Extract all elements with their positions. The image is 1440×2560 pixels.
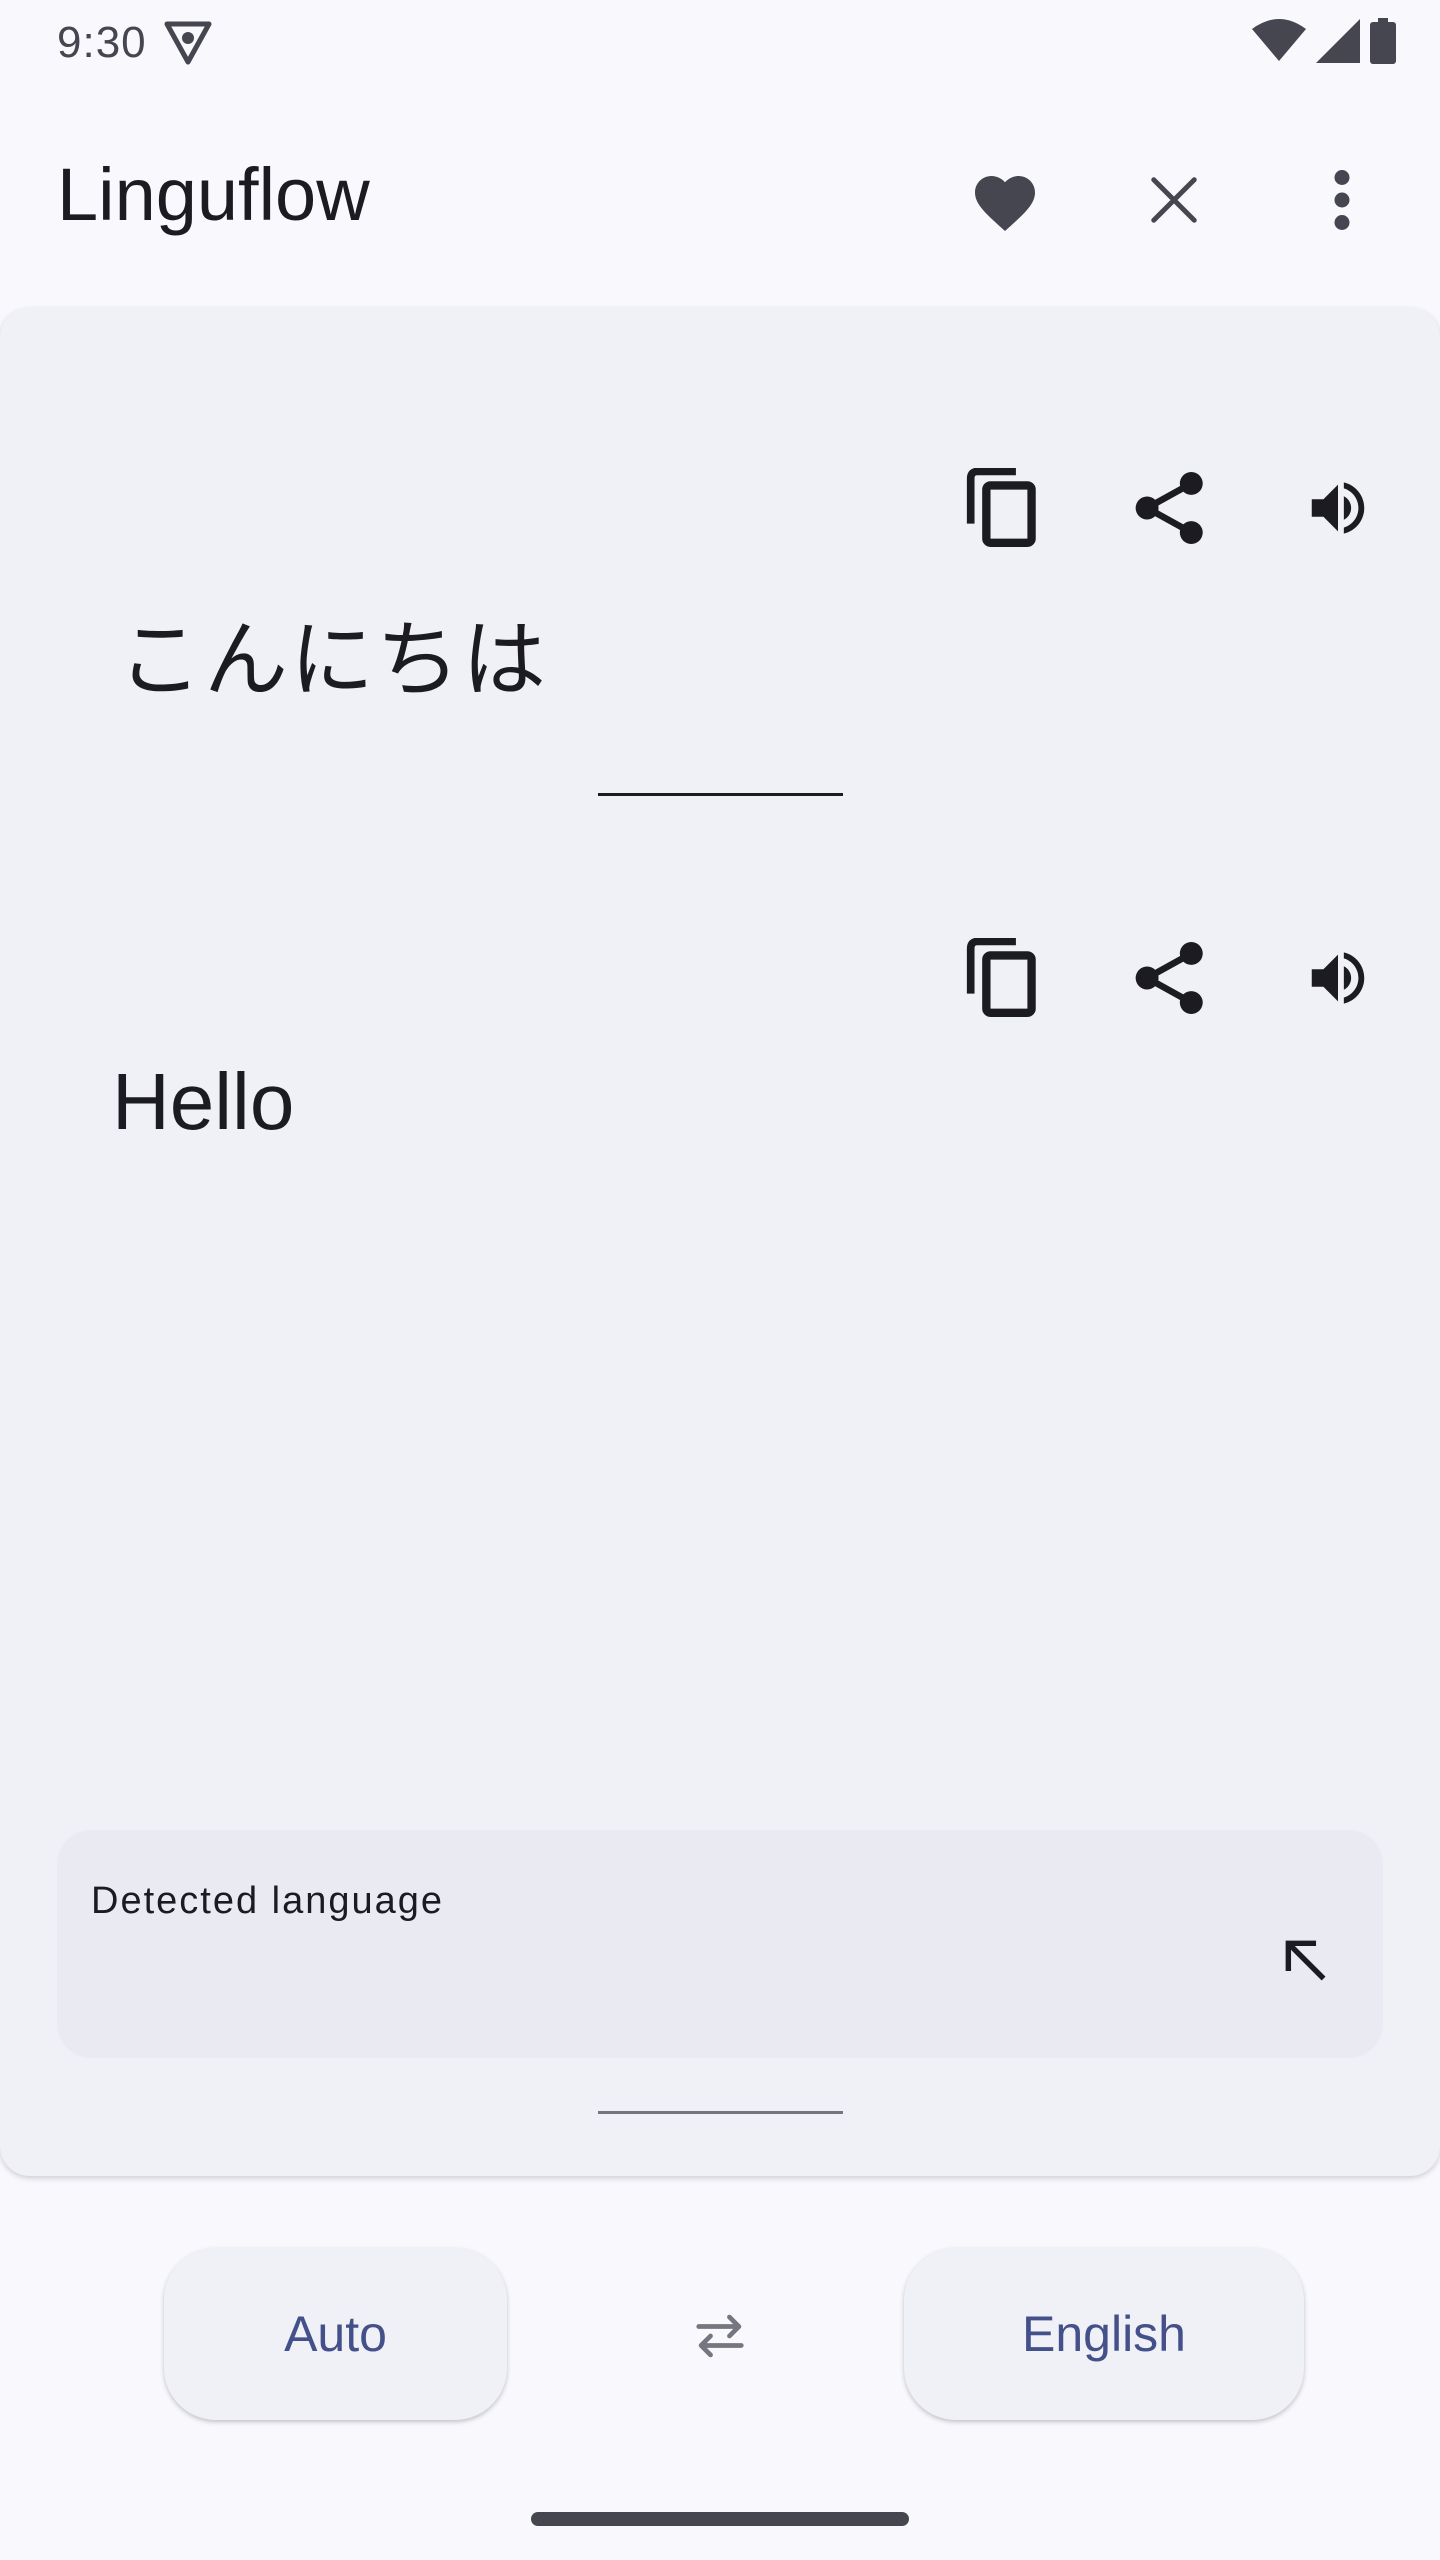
translation-actions — [920, 918, 1440, 1038]
translation-share-button[interactable] — [1110, 918, 1230, 1038]
translation-text[interactable]: Hello — [112, 1056, 294, 1148]
status-icons — [1252, 18, 1396, 64]
detected-language-label: Detected language — [91, 1880, 445, 1922]
close-icon — [1151, 177, 1197, 223]
arrow-up-left-icon — [1285, 1940, 1326, 1981]
section-divider — [598, 793, 843, 796]
favorite-button[interactable] — [955, 150, 1055, 250]
volume-icon — [1311, 482, 1365, 534]
share-icon — [1135, 942, 1203, 1014]
battery-icon — [1370, 18, 1396, 64]
swap-horiz-icon — [696, 2314, 744, 2358]
translation-speak-button[interactable] — [1278, 918, 1398, 1038]
drag-handle[interactable] — [598, 2111, 843, 2114]
more-vert-icon — [1334, 170, 1350, 230]
status-bar: 9:30 — [0, 0, 1440, 80]
status-time: 9:30 — [57, 18, 147, 67]
more-options-button[interactable] — [1292, 150, 1392, 250]
cellular-icon — [1316, 19, 1360, 63]
detected-language-panel[interactable]: Detected language — [57, 1830, 1383, 2058]
copy-icon — [966, 938, 1036, 1017]
apply-detected-language-button[interactable] — [1255, 1910, 1355, 2010]
source-language-button[interactable]: Auto — [164, 2248, 507, 2420]
app-notification-icon — [164, 21, 212, 65]
copy-icon — [966, 468, 1036, 547]
favorite-icon — [975, 176, 1035, 232]
source-share-button[interactable] — [1110, 448, 1230, 568]
source-speak-button[interactable] — [1278, 448, 1398, 568]
top-app-bar: Linguflow — [0, 110, 1440, 280]
close-button[interactable] — [1124, 150, 1224, 250]
volume-icon — [1311, 952, 1365, 1004]
wifi-icon — [1252, 19, 1306, 61]
gesture-navigation-bar[interactable] — [531, 2512, 909, 2526]
swap-languages-button[interactable] — [668, 2284, 772, 2388]
translation-copy-button[interactable] — [942, 918, 1062, 1038]
translation-card: こんにちは Hello Detected language — [0, 308, 1440, 2176]
source-copy-button[interactable] — [942, 448, 1062, 568]
translator-screen: 9:30 Linguflow こんにちは Hello Detected lang… — [0, 0, 1440, 2560]
share-icon — [1135, 472, 1203, 544]
target-language-button[interactable]: English — [904, 2248, 1304, 2420]
source-text[interactable]: こんにちは — [118, 593, 548, 714]
source-actions — [920, 448, 1440, 568]
app-title: Linguflow — [57, 153, 370, 236]
